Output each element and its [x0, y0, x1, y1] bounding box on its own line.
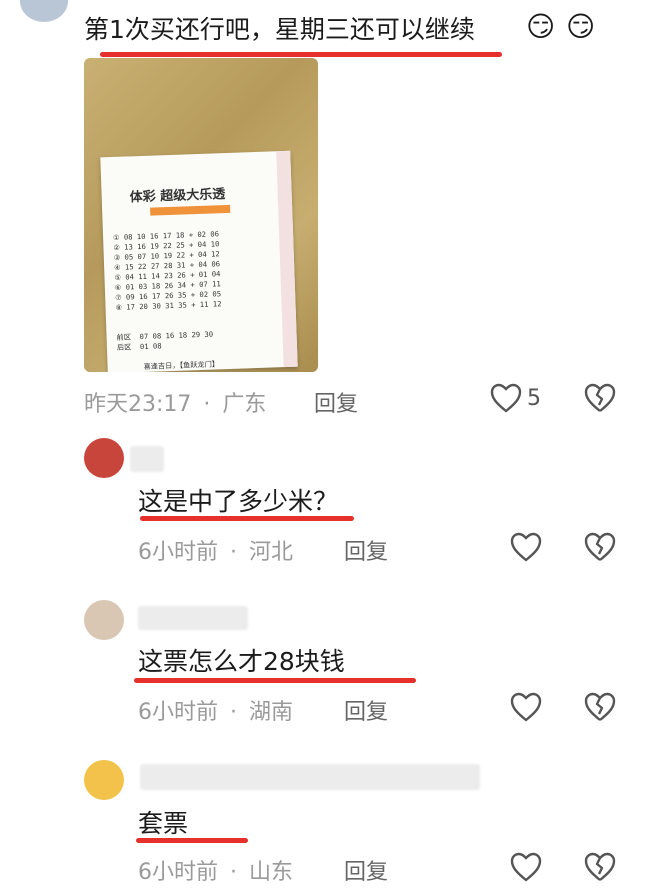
avatar[interactable] [84, 438, 124, 478]
comment-meta: 6小时前 · 湖南 [138, 700, 294, 725]
ticket-title: 体彩 超级大乐透 [129, 187, 226, 206]
avatar[interactable] [84, 760, 124, 800]
comment-location: 河北 [249, 540, 294, 565]
comment-location: 山东 [249, 860, 294, 885]
highlight-underline [140, 516, 354, 521]
ticket-numbers: ① 08 10 16 17 18 + 02 06 ② 13 16 19 22 2… [112, 229, 222, 312]
comment-text: 这票怎么才28块钱 [138, 647, 345, 676]
comment-text: 这是中了多少米？ [138, 487, 339, 516]
comment-time: 6小时前 [138, 700, 218, 725]
avatar[interactable] [84, 600, 124, 640]
broken-heart-icon[interactable] [584, 852, 616, 882]
emoji-icon: 😏 [526, 10, 556, 43]
broken-heart-icon[interactable] [584, 532, 616, 562]
broken-heart-icon[interactable] [584, 692, 616, 722]
ticket-side-strip [276, 150, 298, 368]
lottery-ticket-photo[interactable]: 体彩 超级大乐透 ① 08 10 16 17 18 + 02 06 ② 13 1… [84, 58, 318, 372]
comment-text: 第1次买还行吧，星期三还可以继续 [84, 15, 475, 44]
heart-icon[interactable] [490, 383, 522, 413]
heart-icon[interactable] [510, 852, 542, 882]
ticket-footer: 前区 07 08 16 18 29 30 后区 01 08 喜逢吉日，【鱼跃龙门… [116, 329, 220, 372]
emoji-icon: 😏 [566, 10, 596, 43]
ticket-redaction [150, 204, 231, 216]
highlight-underline [136, 838, 248, 843]
reply-button[interactable]: 回复 [314, 386, 358, 418]
comment-location: 广东 [222, 392, 267, 417]
username-redacted [138, 606, 248, 630]
comment-time: 6小时前 [138, 860, 218, 885]
username-redacted [140, 764, 480, 790]
like-count: 5 [527, 386, 541, 411]
avatar[interactable] [20, 0, 68, 22]
reply-button[interactable]: 回复 [344, 694, 388, 726]
comment-meta: 6小时前 · 河北 [138, 540, 294, 565]
highlight-underline [134, 678, 416, 683]
comment-location: 湖南 [249, 700, 294, 725]
heart-icon[interactable] [510, 692, 542, 722]
comment-time: 昨天23:17 [84, 392, 192, 417]
comment-meta: 6小时前 · 山东 [138, 860, 294, 885]
heart-icon[interactable] [510, 532, 542, 562]
username-redacted [130, 446, 164, 472]
ticket: 体彩 超级大乐透 ① 08 10 16 17 18 + 02 06 ② 13 1… [100, 150, 298, 372]
comment-meta: 昨天23:17 · 广东 [84, 392, 267, 417]
highlight-underline [100, 52, 502, 57]
broken-heart-icon[interactable] [584, 383, 616, 413]
reply-button[interactable]: 回复 [344, 854, 388, 886]
comment-time: 6小时前 [138, 540, 218, 565]
reply-button[interactable]: 回复 [344, 534, 388, 566]
comment-text: 套票 [138, 809, 189, 838]
